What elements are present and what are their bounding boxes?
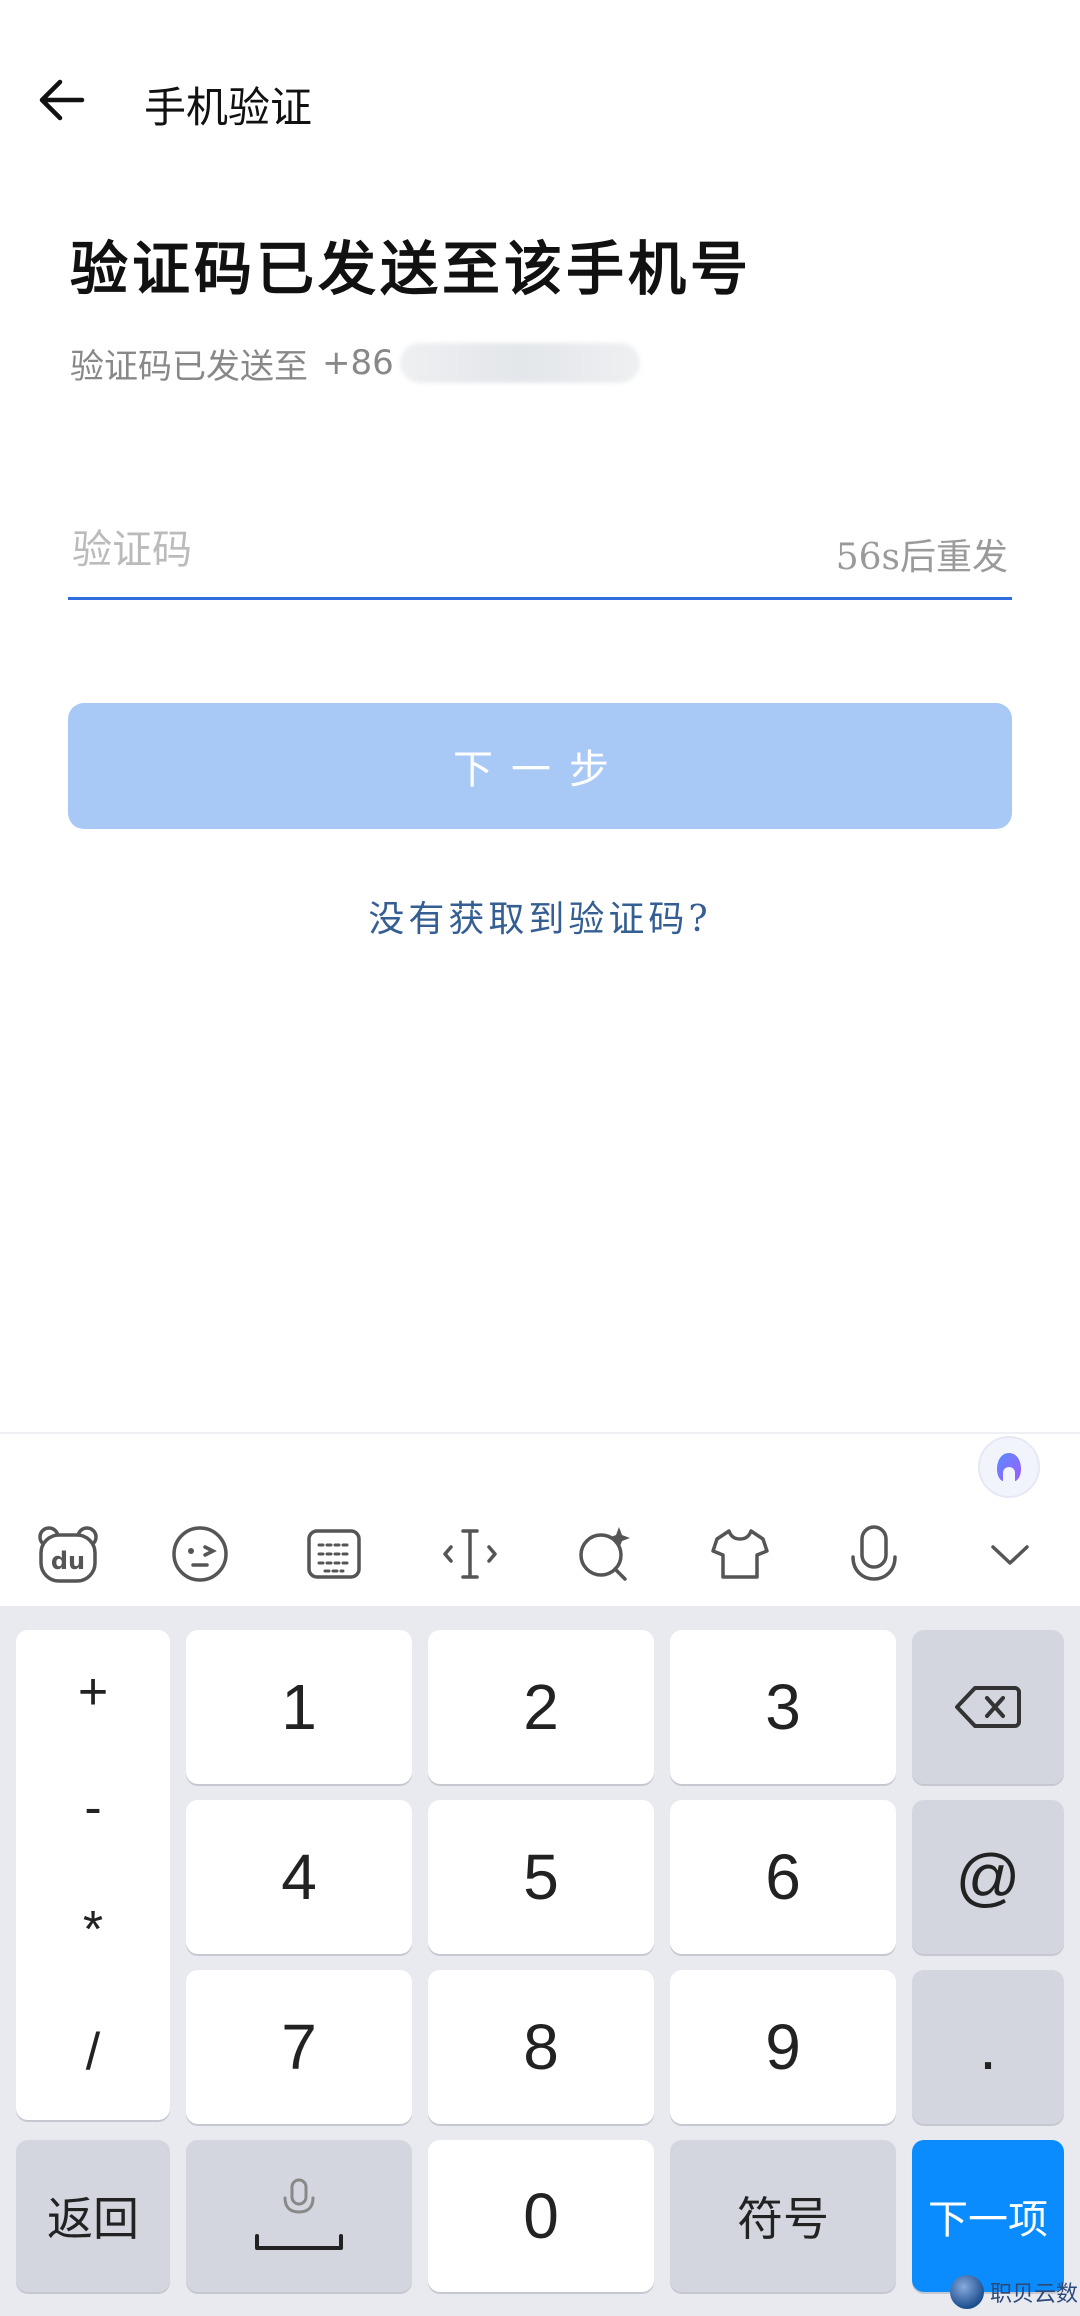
next-step-button[interactable]: 下一步 (68, 703, 1012, 829)
symbol-switch-key[interactable]: 符号 (670, 2140, 896, 2292)
symbol-asterisk-key[interactable]: * (16, 1900, 170, 1960)
keyboard-layout-icon (307, 1529, 361, 1579)
ai-assistant-icon (997, 1453, 1021, 1481)
symbol-slash-key[interactable]: / (16, 2022, 170, 2082)
sent-to-text: 验证码已发送至 +86 (70, 340, 640, 387)
symbol-minus-key[interactable]: - (16, 1778, 170, 1838)
ai-assistant-button[interactable] (978, 1436, 1040, 1498)
code-field-row: 56s后重发 (68, 510, 1012, 600)
delete-key[interactable] (912, 1630, 1064, 1784)
key-9[interactable]: 9 (670, 1970, 896, 2124)
key-7[interactable]: 7 (186, 1970, 412, 2124)
hide-keyboard-button[interactable] (974, 1518, 1046, 1590)
smart-search-button[interactable] (568, 1518, 640, 1590)
app-header: 手机验证 (0, 60, 1080, 140)
du-input-button[interactable]: du (32, 1518, 104, 1590)
watermark-text: 职贝云数 (990, 2282, 1079, 2307)
emoji-button[interactable] (164, 1518, 236, 1590)
skin-shirt-icon (711, 1529, 769, 1579)
phone-verify-screen: 手机验证 验证码已发送至该手机号 验证码已发送至 +86 56s后重发 下一步 … (0, 0, 1080, 2316)
verification-code-input[interactable] (72, 522, 772, 578)
keyboard-divider (0, 1432, 1080, 1434)
du-bear-icon: du (38, 1526, 98, 1583)
space-mic-icon (255, 2178, 343, 2250)
keyboard-layout-button[interactable] (298, 1518, 370, 1590)
key-3[interactable]: 3 (670, 1630, 896, 1784)
svg-text:du: du (51, 1547, 85, 1575)
no-code-received-link[interactable]: 没有获取到验证码? (0, 890, 1080, 942)
sent-to-label: 验证码已发送至 (70, 346, 308, 387)
search-sparkle-icon (579, 1527, 630, 1581)
arrow-left-icon (39, 79, 85, 121)
text-cursor-icon (443, 1529, 497, 1579)
symbol-plus-key[interactable]: + (16, 1662, 170, 1722)
key-1[interactable]: 1 (186, 1630, 412, 1784)
key-6[interactable]: 6 (670, 1800, 896, 1954)
emoji-icon (172, 1526, 228, 1582)
key-at[interactable]: @ (912, 1800, 1064, 1954)
return-key[interactable]: 返回 (16, 2140, 170, 2292)
key-5[interactable]: 5 (428, 1800, 654, 1954)
voice-input-button[interactable] (838, 1518, 910, 1590)
phone-prefix: +86 (322, 343, 394, 383)
page-title: 手机验证 (144, 83, 313, 132)
key-8[interactable]: 8 (428, 1970, 654, 2124)
keyboard-toolbar: du (0, 1500, 1080, 1606)
microphone-icon (851, 1525, 897, 1581)
backspace-icon (955, 1686, 1021, 1728)
key-4[interactable]: 4 (186, 1800, 412, 1954)
key-dot[interactable]: . (912, 1970, 1064, 2124)
blurred-phone-number (399, 343, 640, 383)
key-0[interactable]: 0 (428, 2140, 654, 2292)
watermark-logo-icon (950, 2275, 984, 2309)
skin-button[interactable] (704, 1518, 776, 1590)
resend-countdown: 56s后重发 (835, 537, 1008, 578)
back-button[interactable] (30, 68, 94, 132)
symbol-column[interactable]: + - * / (16, 1630, 170, 2120)
collapse-keyboard-icon (991, 1545, 1029, 1565)
watermark: 职贝云数 (950, 2272, 1078, 2312)
cursor-control-button[interactable] (434, 1518, 506, 1590)
key-2[interactable]: 2 (428, 1630, 654, 1784)
space-key[interactable] (186, 2140, 412, 2292)
main-heading: 验证码已发送至该手机号 (70, 235, 753, 303)
next-field-key[interactable]: 下一项 (912, 2140, 1064, 2292)
